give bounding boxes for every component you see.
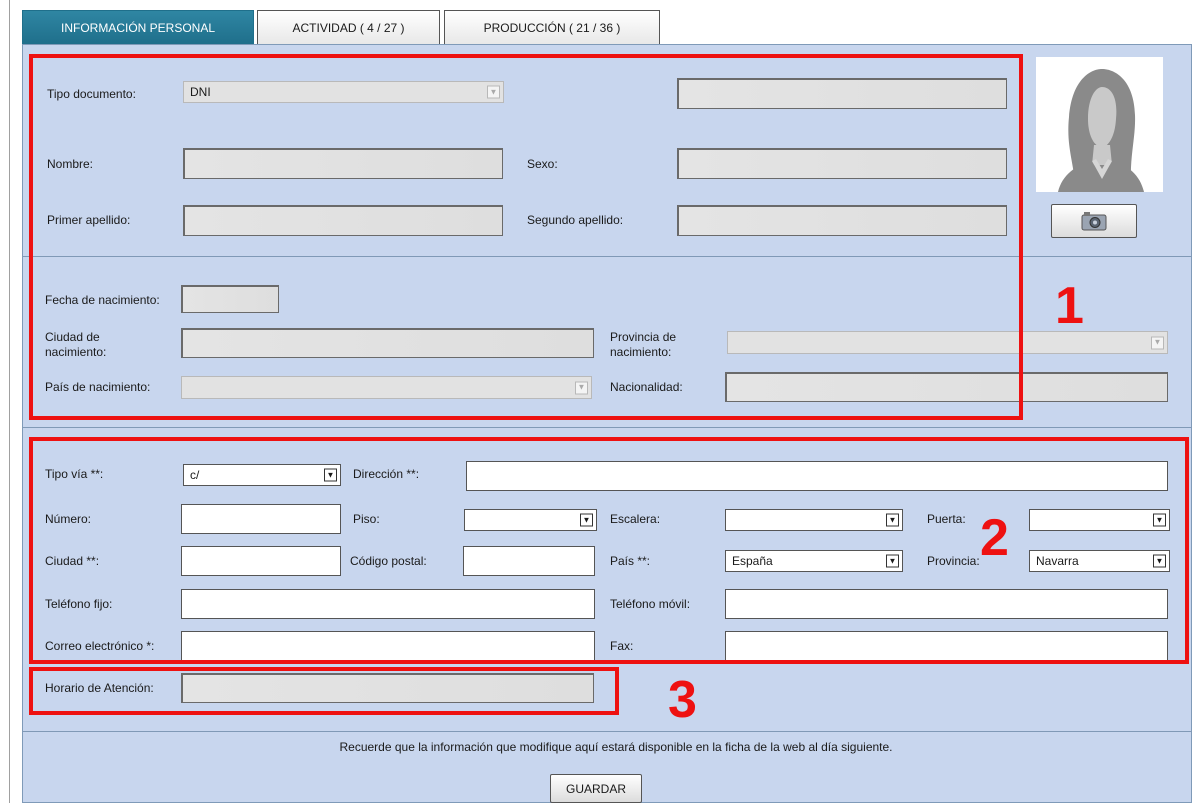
camera-icon: [1081, 212, 1107, 231]
annotation-box-3: [29, 667, 619, 715]
footer-notice: Recuerde que la información que modifiqu…: [339, 740, 893, 754]
guardar-label: GUARDAR: [565, 781, 626, 796]
divider: [22, 731, 1192, 732]
tab-informacion-personal[interactable]: INFORMACIÓN PERSONAL: [22, 10, 254, 44]
profile-photo: [1036, 57, 1163, 192]
tab-actividad[interactable]: ACTIVIDAD ( 4 / 27 ): [257, 10, 440, 44]
tab-label: ACTIVIDAD ( 4 / 27 ): [292, 20, 405, 35]
annotation-number-2: 2: [980, 509, 1009, 567]
annotation-number-1: 1: [1055, 277, 1084, 335]
tab-label: PRODUCCIÓN ( 21 / 36 ): [483, 20, 621, 35]
tab-label: INFORMACIÓN PERSONAL: [60, 20, 216, 35]
annotation-number-3: 3: [668, 671, 697, 729]
camera-button[interactable]: [1051, 204, 1137, 238]
window-left-border: [9, 0, 10, 803]
divider: [22, 427, 1192, 428]
guardar-button[interactable]: GUARDAR: [550, 774, 642, 803]
annotation-box-2: [29, 437, 1189, 664]
tab-produccion[interactable]: PRODUCCIÓN ( 21 / 36 ): [444, 10, 660, 44]
chevron-down-icon[interactable]: ▼: [1151, 336, 1164, 349]
female-avatar-icon: [1058, 69, 1144, 192]
annotation-box-1: [29, 54, 1023, 420]
